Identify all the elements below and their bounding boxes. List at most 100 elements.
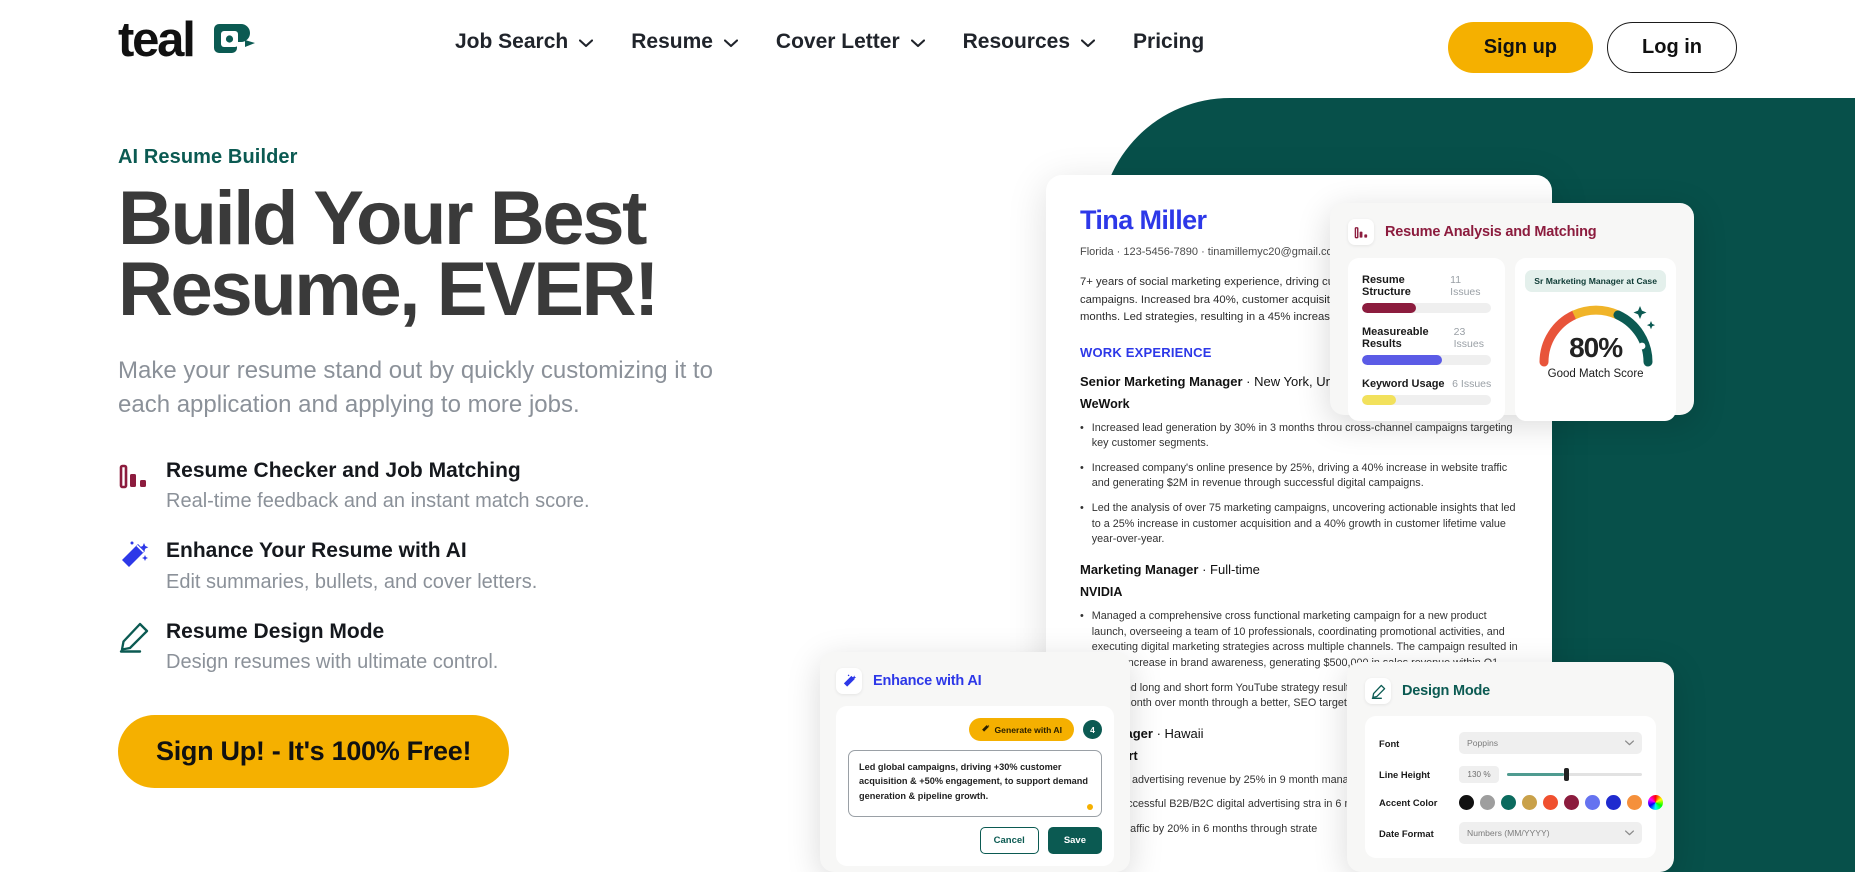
signup-button[interactable]: Sign up (1447, 22, 1594, 73)
match-score-card: Sr Marketing Manager at Case 80% Good Ma… (1515, 258, 1676, 421)
metric-label: Measureable Results (1362, 326, 1429, 350)
chevron-down-icon (1625, 738, 1634, 748)
accent-color-swatch[interactable] (1480, 795, 1495, 810)
cancel-button[interactable]: Cancel (979, 826, 1039, 854)
chevron-down-icon (723, 38, 738, 48)
feature-item-enhance-ai: Enhance Your Resume with AI Edit summari… (118, 538, 858, 594)
metric-bar-fill (1362, 395, 1396, 405)
accent-color-swatch[interactable] (1501, 795, 1516, 810)
match-score-caption: Good Match Score (1547, 368, 1644, 380)
nav-item-resume[interactable]: Resume (631, 30, 738, 54)
bullet-text: Led the analysis of over 75 marketing ca… (1091, 502, 1516, 546)
bullet-text: Increased company's online presence by 2… (1091, 461, 1508, 490)
accent-color-swatch[interactable] (1606, 795, 1621, 810)
logo-wordmark: teal (118, 13, 196, 67)
hero-title-line-2: Resume, EVER! (118, 247, 659, 333)
metric-bar-track (1362, 395, 1492, 405)
nav-item-cover-letter[interactable]: Cover Letter (776, 30, 925, 54)
accent-color-swatch[interactable] (1564, 795, 1579, 810)
job-meta: · Full-time (1198, 561, 1260, 577)
chevron-down-icon (1625, 828, 1634, 838)
landing-page: teal Job Search Resume Cover Letter Reso… (0, 0, 1855, 872)
bullet-text: ed a successful B2B/B2C digital advertis… (1091, 798, 1383, 811)
feature-description: Real-time feedback and an instant match … (166, 490, 590, 513)
line-height-value[interactable]: 130 % (1459, 766, 1499, 783)
bar-chart-icon (1348, 219, 1374, 245)
metrics-card: Resume Structure 11 Issues Measureable R… (1348, 258, 1506, 421)
nav-label: Cover Letter (775, 30, 900, 53)
panel-header: Enhance with AI (836, 668, 1114, 694)
nav-item-resources[interactable]: Resources (963, 30, 1096, 54)
feature-item-resume-checker: Resume Checker and Job Matching Real-tim… (118, 458, 858, 514)
date-format-select[interactable]: Numbers (MM/YYYY) (1459, 822, 1642, 844)
enhance-with-ai-panel: Enhance with AI Generate with AI 4 Led g… (820, 652, 1130, 872)
accent-color-label: Accent Color (1379, 797, 1438, 808)
feature-title: Resume Checker and Job Matching (166, 459, 521, 483)
chevron-down-icon (1081, 38, 1096, 48)
metric-bar-fill (1362, 355, 1443, 365)
bar-chart-icon (118, 460, 150, 492)
panel-header: Design Mode (1365, 678, 1656, 704)
metric-label: Keyword Usage (1362, 378, 1445, 390)
design-row-date-format: Date Format Numbers (MM/YYYY) (1379, 822, 1642, 844)
nav-item-job-search[interactable]: Job Search (455, 30, 594, 54)
accent-color-swatch[interactable] (1585, 795, 1600, 810)
nav-label: Job Search (455, 30, 569, 53)
enhance-body: Generate with AI 4 Led global campaigns,… (836, 706, 1114, 866)
nav-item-pricing[interactable]: Pricing (1133, 30, 1204, 54)
match-score-percent: 80% (1569, 332, 1623, 363)
nav-links: Job Search Resume Cover Letter Resources (455, 30, 1204, 54)
resume-analysis-panel: Resume Analysis and Matching Resume Stru… (1330, 203, 1694, 421)
metric-bar-fill (1362, 303, 1417, 313)
resize-handle-dot-icon (1087, 803, 1093, 810)
accent-color-swatch[interactable] (1627, 795, 1642, 810)
line-height-label: Line Height (1379, 769, 1431, 780)
hero-content: AI Resume Builder Build Your Best Resume… (118, 146, 858, 788)
feature-title: Resume Design Mode (166, 619, 385, 643)
design-mode-panel: Design Mode Font Poppins Line Height 130… (1347, 662, 1674, 872)
metric-bar-track (1362, 303, 1492, 313)
generate-with-ai-button[interactable]: Generate with AI (968, 718, 1074, 741)
metric-issue-count: 23 Issues (1453, 326, 1484, 350)
chevron-down-icon (579, 38, 594, 48)
generate-button-label: Generate with AI (994, 724, 1063, 735)
enhance-toolbar: Generate with AI 4 (848, 718, 1102, 741)
bullet-text: Increased lead generation by 30% in 3 mo… (1091, 421, 1513, 450)
resume-bullet: • Increased lead generation by 30% in 3 m… (1080, 421, 1518, 452)
metric-issue-count: 11 Issues (1450, 274, 1481, 298)
signup-cta-button[interactable]: Sign Up! - It's 100% Free! (118, 714, 510, 788)
feature-description: Design resumes with ultimate control. (166, 650, 499, 673)
date-format-label: Date Format (1379, 827, 1434, 839)
metric-label: Resume Structure (1362, 274, 1411, 298)
ai-credits-badge: 4 (1083, 720, 1102, 739)
ai-suggestion-textarea[interactable]: Led global campaigns, driving +30% custo… (848, 750, 1102, 817)
teal-logo[interactable]: teal (118, 16, 256, 65)
accent-color-swatch[interactable] (1543, 795, 1558, 810)
teal-bird-icon (212, 22, 256, 63)
enhance-actions: Cancel Save (848, 826, 1102, 854)
panel-title: Resume Analysis and Matching (1385, 224, 1597, 240)
custom-color-picker-swatch[interactable] (1648, 795, 1663, 810)
page-title: Build Your Best Resume, EVER! (118, 181, 858, 328)
metric-issue-count: 6 Issues (1452, 378, 1492, 390)
feature-description: Edit summaries, bullets, and cover lette… (166, 570, 538, 593)
save-button[interactable]: Save (1047, 826, 1102, 854)
job-role: Senior Marketing Manager (1080, 373, 1243, 389)
resume-job-company: NVIDIA (1080, 584, 1123, 599)
font-selected-value: Poppins (1467, 738, 1499, 748)
bullet-dot-icon: • (1080, 502, 1084, 515)
font-select[interactable]: Poppins (1459, 732, 1642, 754)
login-button[interactable]: Log in (1607, 22, 1737, 73)
line-height-slider[interactable] (1507, 768, 1642, 781)
nav-actions: Sign up Log in (1447, 22, 1737, 73)
slider-thumb[interactable] (1563, 768, 1569, 781)
hero-subtitle-line-1: Make your resume stand out by quickly cu… (118, 356, 668, 384)
line-height-control: 130 % (1459, 766, 1642, 783)
date-format-selected-value: Numbers (MM/YYYY) (1467, 828, 1550, 838)
magic-wand-icon (981, 724, 990, 735)
analysis-body: Resume Structure 11 Issues Measureable R… (1348, 258, 1676, 421)
accent-color-swatch[interactable] (1459, 795, 1474, 810)
bullet-text: d digital advertising revenue by 25% in … (1091, 773, 1388, 786)
pencil-icon (1365, 678, 1391, 704)
accent-color-swatch[interactable] (1522, 795, 1537, 810)
